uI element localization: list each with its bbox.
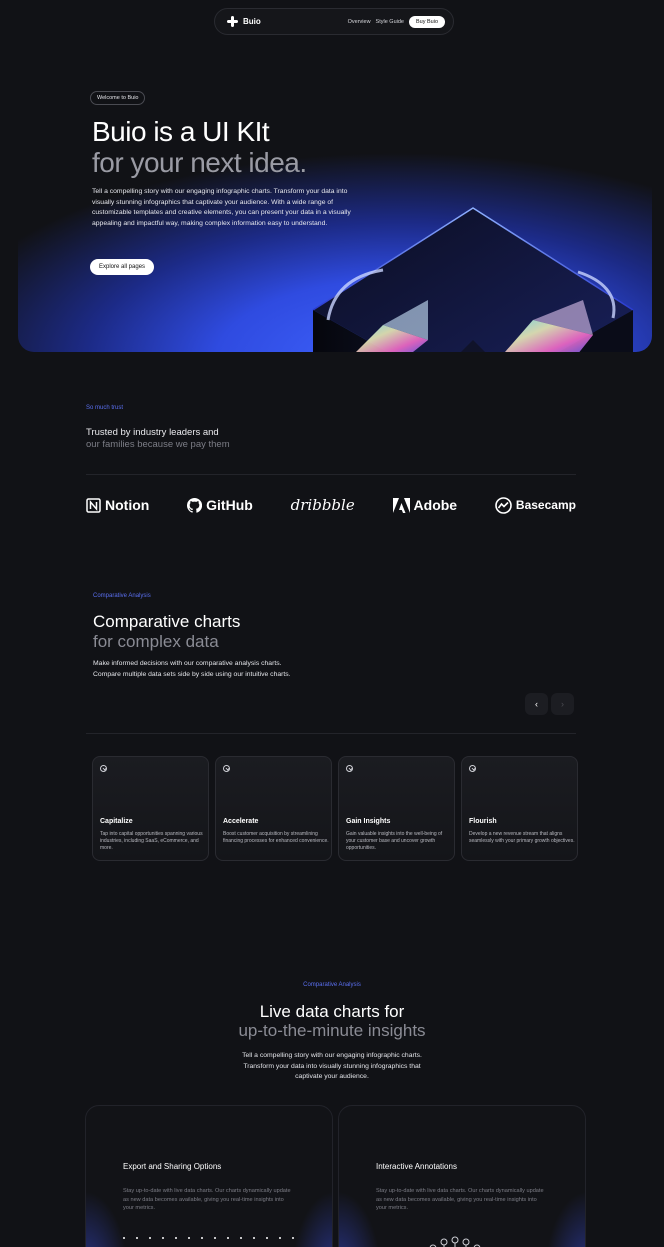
- card-title: Capitalize: [100, 818, 133, 825]
- annotation-pins-icon: [429, 1236, 481, 1247]
- card-description: Boost customer acquisition by streamlini…: [223, 831, 329, 844]
- hero-section: Welcome to Buio Buio is a UI KIt for you…: [18, 60, 652, 352]
- partner-logos: Notion GitHub dribbble Adobe Basecamp: [86, 494, 576, 516]
- comparative-subtitle: for complex data: [93, 632, 219, 651]
- basecamp-label: Basecamp: [515, 498, 576, 512]
- basecamp-logo: Basecamp: [495, 496, 576, 514]
- adobe-logo: Adobe: [392, 497, 458, 513]
- comparative-eyebrow: Comparative Analysis: [93, 593, 151, 599]
- nav-link-overview[interactable]: Overview: [348, 19, 371, 25]
- card-title: Gain Insights: [346, 818, 391, 825]
- live-title: Live data charts for: [259, 1002, 405, 1021]
- adobe-icon: [392, 497, 410, 513]
- adobe-label: Adobe: [413, 497, 458, 513]
- comparative-title: Comparative charts: [93, 612, 241, 631]
- brand-logo[interactable]: Buio: [227, 16, 261, 27]
- card-flourish[interactable]: Flourish Develop a new revenue stream th…: [461, 756, 578, 861]
- feature-export-sharing: Export and Sharing Options Stay up-to-da…: [85, 1105, 333, 1247]
- carousel-next-button[interactable]: ›: [551, 693, 574, 715]
- crystal-illustration: [312, 207, 634, 352]
- comparative-description: Make informed decisions with our compara…: [93, 660, 291, 678]
- notion-logo: Notion: [86, 497, 149, 513]
- brand-name: Buio: [243, 17, 261, 26]
- feature-interactive-annotations: Interactive Annotations Stay up-to-date …: [338, 1105, 586, 1247]
- dribbble-logo: dribbble: [290, 496, 355, 514]
- carousel-prev-button[interactable]: ‹: [525, 693, 548, 715]
- live-subtitle: up-to-the-minute insights: [238, 1021, 426, 1040]
- nav-link-style-guide[interactable]: Style Guide: [376, 19, 404, 25]
- trust-eyebrow: So much trust: [86, 405, 124, 411]
- trust-title: Trusted by industry leaders and: [86, 427, 219, 438]
- explore-pages-button[interactable]: Explore all pages: [90, 259, 155, 275]
- notion-label: Notion: [105, 497, 150, 513]
- live-eyebrow: Comparative Analysis: [303, 982, 361, 988]
- github-logo: GitHub: [187, 497, 253, 513]
- card-description: Tap into capital opportunities spanning …: [100, 831, 203, 851]
- check-circle-icon: [100, 765, 107, 772]
- basecamp-icon: [495, 496, 512, 514]
- card-accelerate[interactable]: Accelerate Boost customer acquisition by…: [215, 756, 332, 861]
- welcome-badge: Welcome to Buio: [90, 91, 146, 105]
- card-gain-insights[interactable]: Gain Insights Gain valuable insights int…: [338, 756, 455, 861]
- check-circle-icon: [223, 765, 230, 772]
- trust-subtitle: our families because we pay them: [86, 439, 230, 450]
- top-nav: Buio Overview Style Guide Buy Buio: [214, 8, 454, 35]
- trust-divider: [86, 474, 576, 475]
- hero-subtitle: for your next idea.: [92, 147, 307, 178]
- feature-title: Interactive Annotations: [376, 1162, 457, 1171]
- github-icon: [187, 497, 203, 513]
- check-circle-icon: [346, 765, 353, 772]
- check-circle-icon: [469, 765, 476, 772]
- card-capitalize[interactable]: Capitalize Tap into capital opportunitie…: [92, 756, 209, 861]
- card-title: Accelerate: [223, 818, 259, 825]
- card-description: Develop a new revenue stream that aligns…: [469, 831, 575, 844]
- feature-description: Stay up-to-date with live data charts. O…: [123, 1188, 291, 1211]
- notion-icon: [86, 497, 101, 513]
- feature-title: Export and Sharing Options: [123, 1162, 222, 1171]
- live-description: Tell a compelling story with our engagin…: [242, 1052, 422, 1080]
- feature-cards: Capitalize Tap into capital opportunitie…: [92, 756, 578, 861]
- card-description: Gain valuable insights into the well-bei…: [346, 831, 443, 851]
- hero-title: Buio is a UI KIt: [92, 116, 270, 147]
- github-label: GitHub: [206, 497, 253, 513]
- dot-row: [123, 1237, 294, 1239]
- buio-logo-icon: [227, 16, 238, 27]
- comparative-divider: [86, 733, 576, 734]
- feature-description: Stay up-to-date with live data charts. O…: [376, 1188, 544, 1211]
- buy-button[interactable]: Buy Buio: [408, 15, 445, 28]
- card-title: Flourish: [469, 818, 497, 825]
